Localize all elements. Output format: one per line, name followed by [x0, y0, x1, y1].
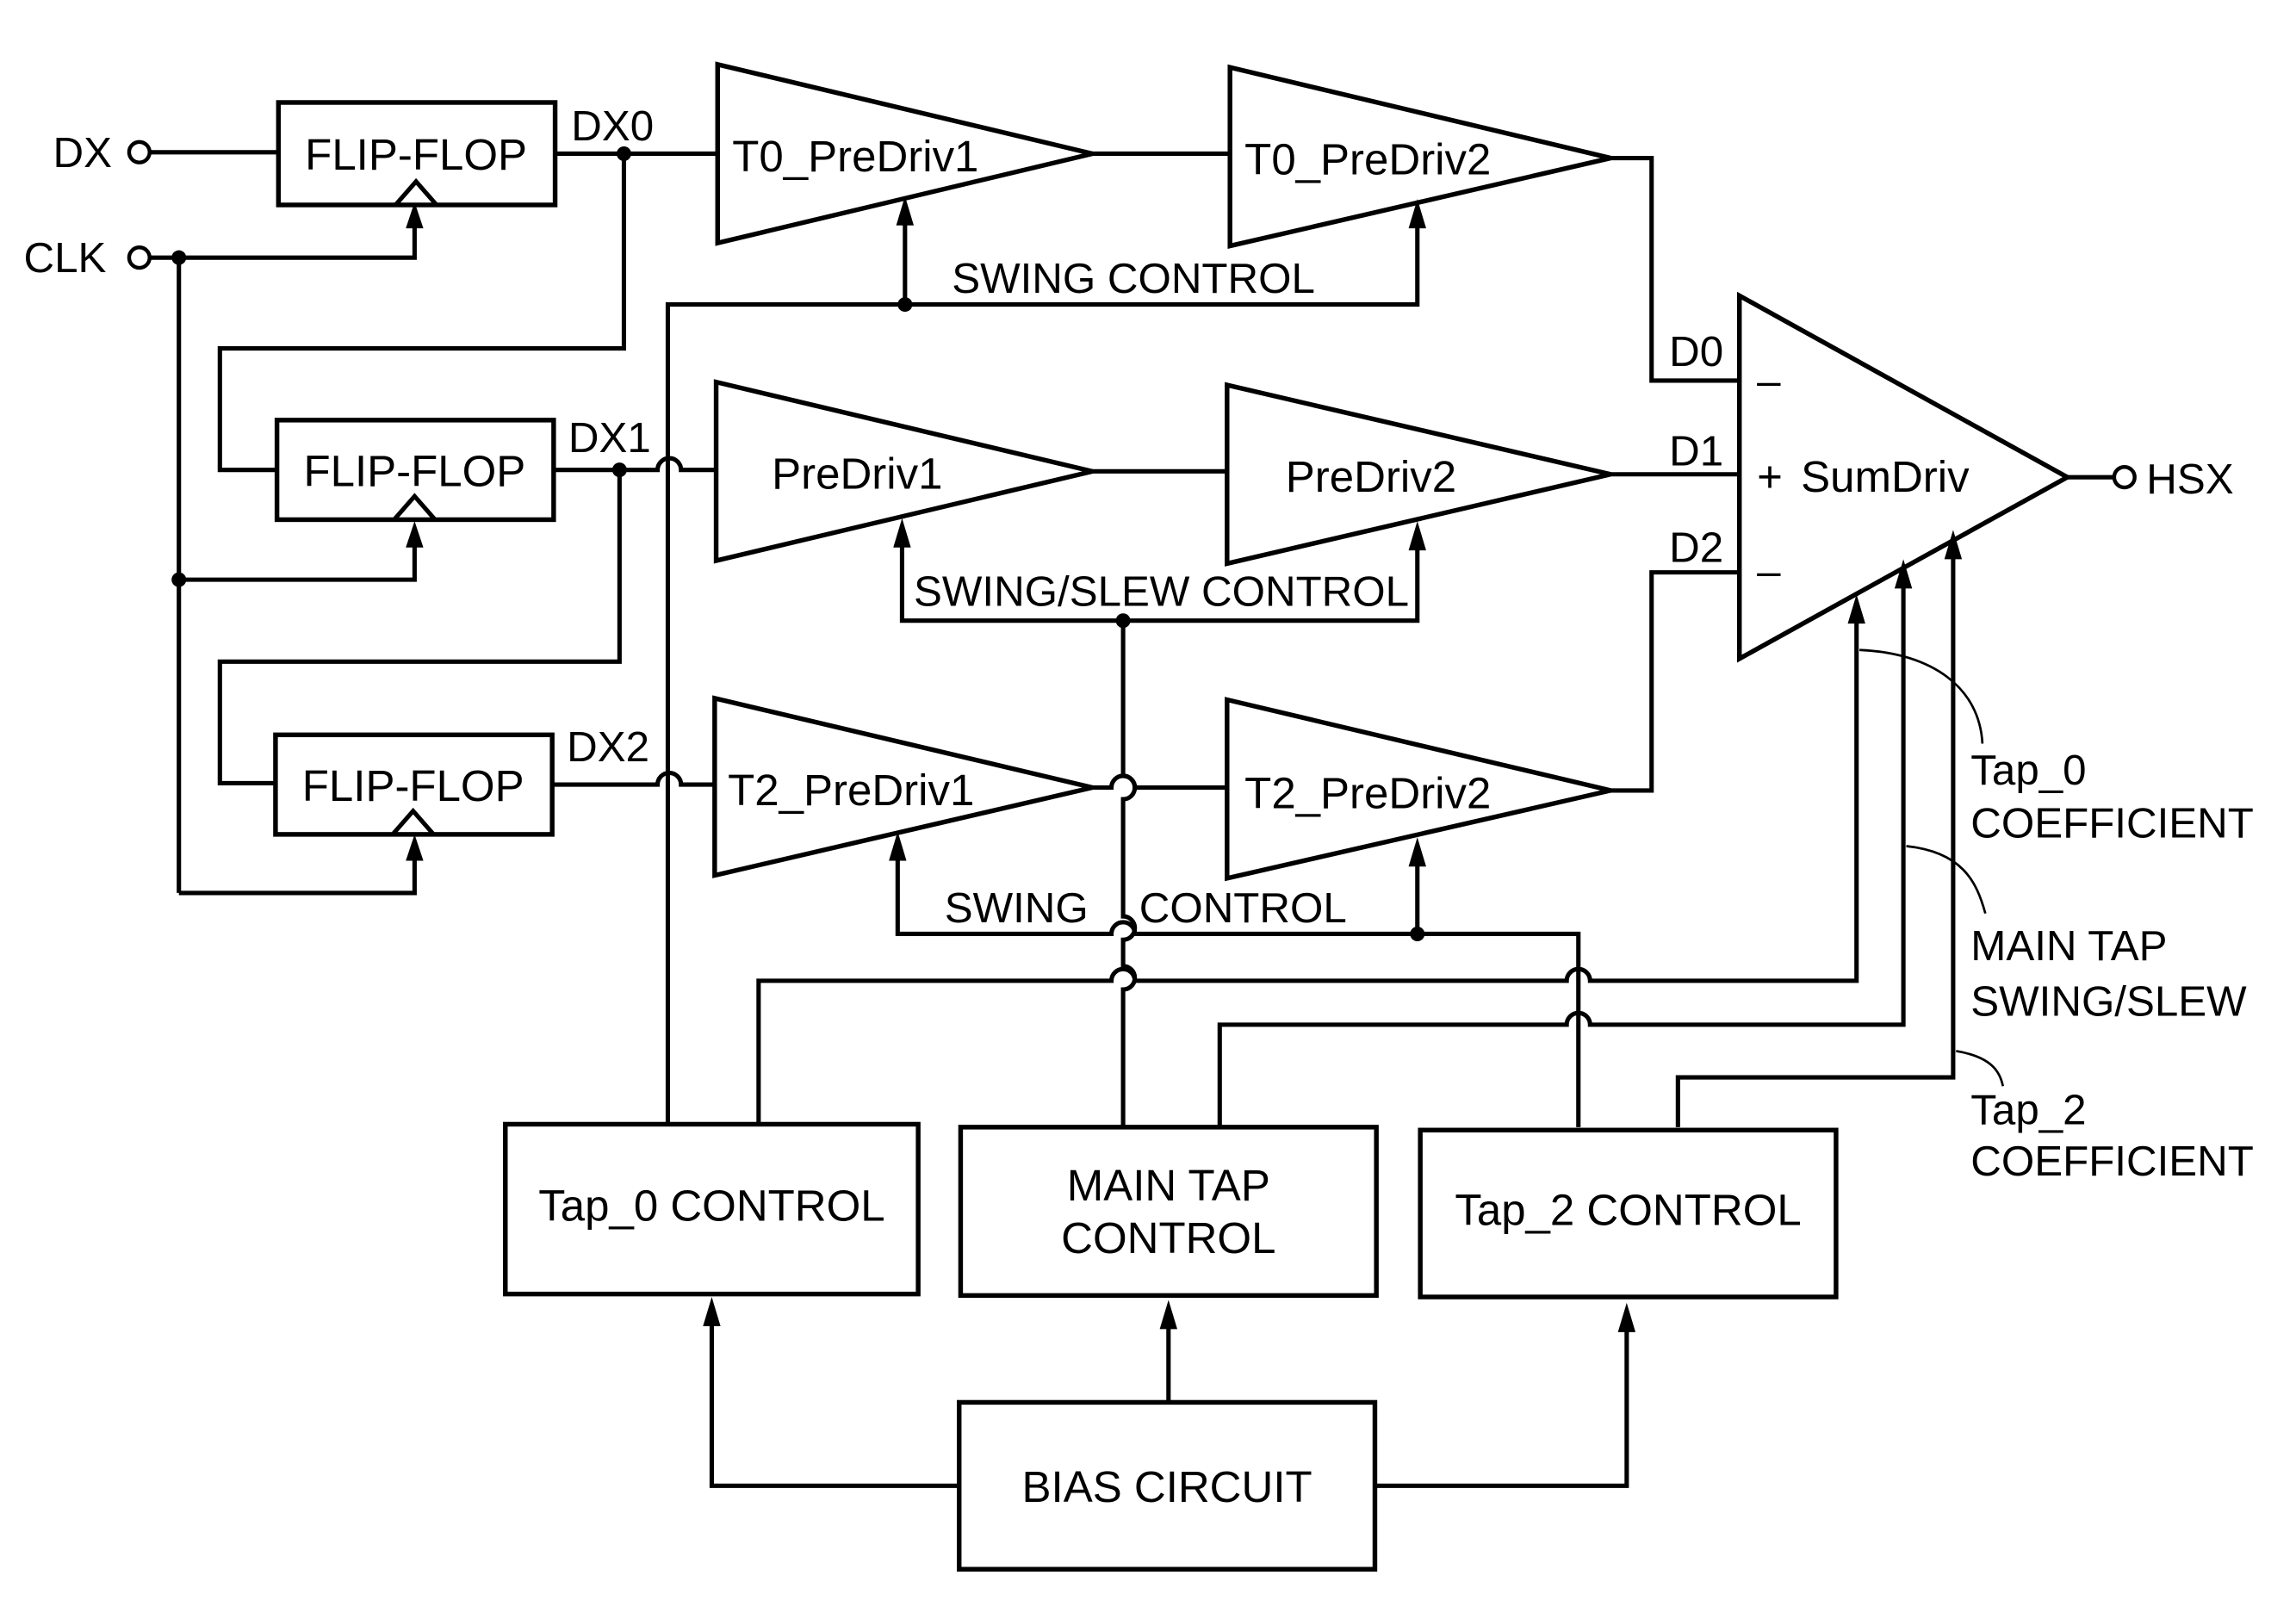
t0-prediv2-label: T0_PreDriv2: [1244, 134, 1491, 183]
bias-circuit-block: BIAS CIRCUIT: [957, 1399, 1378, 1572]
bias-to-tap0-arrow: [703, 1297, 721, 1327]
t2-swing-junction: [1410, 926, 1425, 941]
flip-flop-2: FLIP-FLOP: [273, 732, 555, 837]
hsx-output-label: HSX: [2146, 456, 2233, 503]
clk-arrow-ff2: [406, 834, 424, 861]
flip-flop-0: FLIP-FLOP: [276, 100, 558, 208]
d0-net-label: D0: [1669, 328, 1723, 375]
d2-wire: [1610, 570, 1740, 793]
main-prediv1-label: PreDriv1: [772, 450, 942, 499]
clk-wire-ff1: [178, 541, 417, 582]
t2-stage-wire: [1092, 773, 1227, 791]
t0-prediv1-label: T0_PreDriv1: [732, 132, 978, 181]
fir-driver-block-diagram: DX CLK FLIP-FLOP FLIP-FLOP FLIP-FLOP DX0…: [24, 61, 2254, 1572]
dx0-net-label: DX0: [571, 102, 654, 150]
flip-flop-1: FLIP-FLOP: [274, 418, 556, 523]
tap2-leader: [1956, 1050, 2005, 1087]
flip-flop-0-label: FLIP-FLOP: [305, 130, 527, 179]
clk-input-pin: [127, 245, 152, 270]
tap2-coefficient-wire: [1675, 555, 1956, 1127]
main-prediv2-control-arrow: [1408, 521, 1426, 551]
sum-driver-plus: +: [1757, 452, 1783, 501]
flip-flop-2-label: FLIP-FLOP: [302, 761, 524, 810]
d1-net-label: D1: [1669, 428, 1723, 475]
main-tap-control-block: MAIN TAP CONTROL: [958, 1125, 1379, 1299]
main-tap-control-label-line1: MAIN TAP: [1067, 1161, 1270, 1210]
t2-prediv1: T2_PreDriv1: [712, 695, 1094, 878]
clk-arrow-ff1: [406, 521, 424, 548]
t2-prediv2-label: T2_PreDriv2: [1244, 768, 1491, 817]
bias-to-main-arrow: [1159, 1300, 1177, 1330]
sum-driver-minus-top: –: [1757, 357, 1781, 405]
main-annotation-line2: SWING/SLEW: [1970, 978, 2247, 1026]
clk-input-label: CLK: [24, 234, 107, 282]
flip-flop-1-label: FLIP-FLOP: [303, 446, 525, 495]
tap0-control-label: Tap_0 CONTROL: [538, 1182, 884, 1231]
tap0-leader: [1859, 648, 1984, 744]
clk-wire-ff2: [178, 854, 417, 896]
sum-driver-label: SumDriv: [1801, 452, 1970, 501]
bias-to-tap2-arrow: [1617, 1302, 1636, 1332]
sum-driver-minus-bottom: –: [1757, 548, 1781, 595]
d2-net-label: D2: [1669, 524, 1723, 572]
dx-input-label: DX: [53, 129, 112, 177]
tap0-annotation-line1: Tap_0: [1970, 747, 2086, 794]
t0-swing-junction: [897, 297, 913, 313]
t2-swing-label-a: SWING: [945, 884, 1089, 932]
main-swing-slew-label: SWING/SLEW CONTROL: [914, 568, 1409, 616]
t2-prediv1-label: T2_PreDriv1: [728, 766, 974, 815]
tap0-coefficient-wire: [756, 620, 1859, 1127]
main-control-vertical: [1120, 620, 1138, 1127]
t2-swing-label-b: CONTROL: [1139, 884, 1347, 932]
bias-circuit-label: BIAS CIRCUIT: [1022, 1462, 1312, 1511]
tap2-control-label: Tap_2 CONTROL: [1455, 1186, 1801, 1235]
main-annotation-line1: MAIN TAP: [1970, 922, 2167, 970]
tap0-control-block: Tap_0 CONTROL: [503, 1121, 921, 1297]
main-prediv2-label: PreDriv2: [1286, 452, 1456, 501]
hsx-output-pin: [2112, 465, 2137, 490]
dx2-net-label: DX2: [567, 723, 649, 771]
dx-input-pin: [127, 140, 152, 164]
dx1-net-label: DX1: [568, 414, 651, 462]
main-tap-control-label-line2: CONTROL: [1061, 1213, 1275, 1262]
tap2-annotation-line1: Tap_2: [1970, 1086, 2086, 1133]
tap2-annotation-line2: COEFFICIENT: [1970, 1138, 2254, 1185]
main-prediv1-control-arrow: [893, 518, 911, 548]
t0-swing-control-label: SWING CONTROL: [952, 255, 1315, 302]
tap2-control-block: Tap_2 CONTROL: [1418, 1127, 1839, 1300]
clk-wire-ff0: [149, 219, 417, 260]
dx2-wire: [552, 770, 715, 787]
tap0-annotation-line2: COEFFICIENT: [1970, 799, 2254, 847]
clk-junction-mid: [171, 572, 187, 587]
t2-prediv2-control-arrow: [1408, 837, 1426, 867]
main-tap-leader: [1906, 845, 1987, 915]
bias-to-tap2-wire: [1374, 1329, 1629, 1488]
bias-to-tap0-wire: [709, 1323, 959, 1488]
